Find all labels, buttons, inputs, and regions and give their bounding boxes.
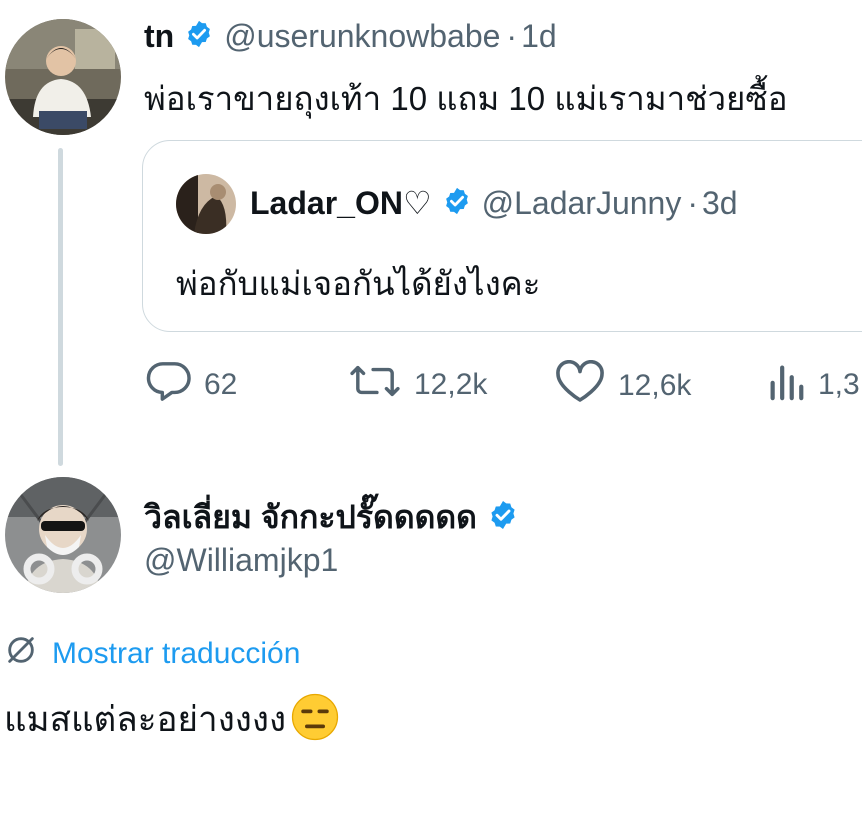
- verified-badge-icon: [442, 186, 472, 221]
- separator-dot: ·: [687, 184, 698, 221]
- reply-author-name[interactable]: วิลเลี่ยม จักกะปรั๊ดดดดด: [144, 492, 477, 543]
- quoted-author-handle: @LadarJunny: [481, 184, 682, 221]
- expressionless-emoji-icon: [290, 692, 340, 747]
- reply-button[interactable]: 62: [146, 360, 237, 410]
- quoted-author-avatar: [176, 174, 236, 234]
- tweet-time[interactable]: 1d: [521, 18, 557, 55]
- author-name[interactable]: tn: [144, 18, 174, 55]
- views-count: 1,3: [818, 368, 860, 401]
- retweet-icon: [348, 360, 402, 410]
- reply-count: 62: [204, 368, 238, 401]
- heart-icon: [554, 359, 606, 412]
- retweet-button[interactable]: 12,2k: [348, 360, 487, 410]
- tweet-header: tn @userunknowbabe · 1d: [144, 18, 557, 55]
- quoted-header: Ladar_ON♡ @LadarJunny · 3d: [250, 184, 738, 222]
- reply-icon: [146, 360, 192, 410]
- quoted-author-name: Ladar_ON♡: [250, 185, 432, 221]
- retweet-count: 12,2k: [414, 368, 488, 401]
- quoted-tweet-text: พ่อกับแม่เจอกันได้ยังไงคะ: [176, 265, 541, 302]
- tweet-text: พ่อเราขายถุงเท้า 10 แถม 10 แม่เรามาช่วยซ…: [144, 80, 788, 117]
- reply-header: วิลเลี่ยม จักกะปรั๊ดดดดด: [144, 492, 519, 543]
- show-translation-link[interactable]: Mostrar traducción: [4, 633, 300, 675]
- thread-line: [58, 148, 63, 466]
- views-icon: [766, 360, 806, 410]
- like-button[interactable]: 12,6k: [554, 359, 692, 412]
- quoted-tweet-time: 3d: [702, 184, 738, 221]
- views-button[interactable]: 1,3: [766, 360, 860, 410]
- translate-icon: [4, 633, 38, 675]
- show-translation-label: Mostrar traducción: [52, 637, 301, 670]
- separator-dot: ·: [506, 18, 518, 54]
- author-avatar[interactable]: [5, 19, 121, 135]
- reply-author-avatar[interactable]: [5, 477, 121, 593]
- verified-badge-icon: [184, 19, 214, 54]
- reply-author-handle[interactable]: @Williamjkp1: [144, 542, 338, 579]
- reply-text: แมสแต่ละอย่างงงง: [4, 700, 287, 739]
- author-handle[interactable]: @userunknowbabe: [224, 18, 500, 55]
- verified-badge-icon: [487, 499, 519, 536]
- reply-body: แมสแต่ละอย่างงงง: [4, 692, 340, 747]
- like-count: 12,6k: [618, 369, 692, 402]
